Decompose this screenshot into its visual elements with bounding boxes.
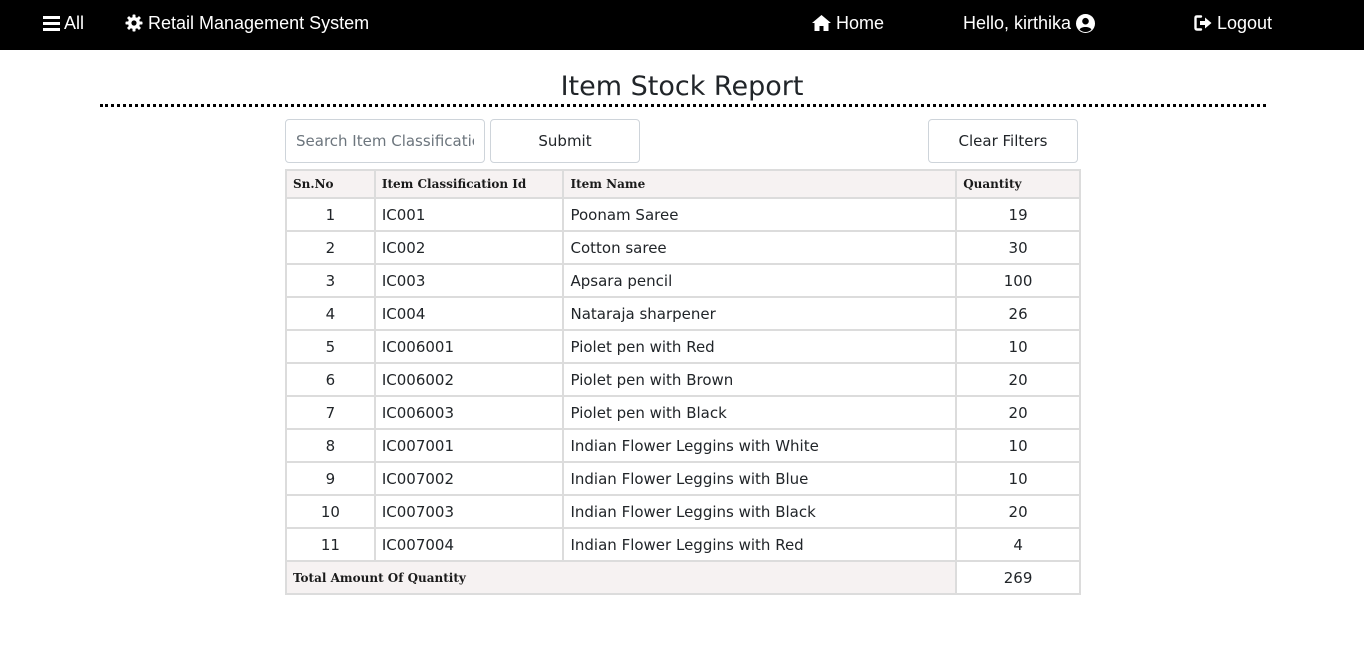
top-navbar: All Retail Management System Home Hello,… — [0, 0, 1364, 50]
cell-quantity: 100 — [955, 263, 1081, 298]
submit-button[interactable]: Submit — [490, 119, 640, 163]
cell-sn: 6 — [285, 362, 376, 397]
cell-classification-id: IC007004 — [373, 527, 565, 562]
logout-button[interactable]: Logout — [1194, 0, 1272, 46]
table-header-row: Sn.No Item Classification Id Item Name Q… — [285, 169, 1081, 199]
cell-item-name: Indian Flower Leggins with Red — [562, 527, 958, 562]
cell-quantity: 10 — [955, 428, 1081, 463]
cell-classification-id: IC004 — [373, 296, 565, 331]
search-input[interactable] — [285, 119, 485, 163]
table-row: 6 IC006002 Piolet pen with Brown 20 — [285, 362, 1081, 397]
table-row: 2 IC002 Cotton saree 30 — [285, 230, 1081, 265]
table-row: 5 IC006001 Piolet pen with Red 10 — [285, 329, 1081, 364]
cell-item-name: Piolet pen with Red — [562, 329, 958, 364]
cell-item-name: Piolet pen with Brown — [562, 362, 958, 397]
total-label: Total Amount Of Quantity — [284, 560, 958, 595]
cell-quantity: 4 — [955, 527, 1081, 562]
table-row: 10 IC007003 Indian Flower Leggins with B… — [285, 494, 1081, 529]
cell-sn: 11 — [285, 527, 376, 562]
home-label: Home — [836, 12, 885, 33]
cell-classification-id: IC002 — [373, 230, 565, 265]
cell-classification-id: IC003 — [373, 263, 565, 298]
column-header-sn: Sn.No — [285, 169, 376, 199]
cell-item-name: Apsara pencil — [562, 263, 958, 298]
cell-sn: 5 — [285, 329, 376, 364]
table-row: 3 IC003 Apsara pencil 100 — [285, 263, 1081, 298]
column-header-item-name: Item Name — [562, 169, 958, 199]
cell-sn: 4 — [285, 296, 376, 331]
hamburger-icon — [43, 15, 64, 31]
table-row: 1 IC001 Poonam Saree 19 — [285, 197, 1081, 232]
cell-quantity: 30 — [955, 230, 1081, 265]
table-row: 7 IC006003 Piolet pen with Black 20 — [285, 395, 1081, 430]
cell-quantity: 19 — [955, 197, 1081, 232]
total-value: 269 — [955, 560, 1081, 595]
cell-classification-id: IC006001 — [373, 329, 565, 364]
cell-classification-id: IC006003 — [373, 395, 565, 430]
logout-icon — [1194, 15, 1217, 31]
cell-sn: 10 — [285, 494, 376, 529]
page-title: Item Stock Report — [560, 71, 804, 102]
cell-sn: 1 — [285, 197, 376, 232]
home-icon — [812, 15, 836, 31]
cell-sn: 2 — [285, 230, 376, 265]
cell-item-name: Piolet pen with Black — [562, 395, 958, 430]
cell-classification-id: IC001 — [373, 197, 565, 232]
cell-classification-id: IC007002 — [373, 461, 565, 496]
column-header-classification-id: Item Classification Id — [373, 169, 565, 199]
cell-classification-id: IC007003 — [373, 494, 565, 529]
brand-link[interactable]: Retail Management System — [125, 0, 369, 46]
user-menu[interactable]: Hello, kirthika — [963, 0, 1096, 46]
home-link[interactable]: Home — [812, 0, 884, 46]
cell-sn: 8 — [285, 428, 376, 463]
table-row: 11 IC007004 Indian Flower Leggins with R… — [285, 527, 1081, 562]
cell-quantity: 10 — [955, 461, 1081, 496]
gear-icon — [125, 14, 148, 32]
cell-sn: 7 — [285, 395, 376, 430]
clear-filters-button[interactable]: Clear Filters — [928, 119, 1078, 163]
table-row: 8 IC007001 Indian Flower Leggins with Wh… — [285, 428, 1081, 463]
logout-label: Logout — [1217, 12, 1273, 33]
cell-classification-id: IC007001 — [373, 428, 565, 463]
cell-quantity: 20 — [955, 362, 1081, 397]
cell-quantity: 26 — [955, 296, 1081, 331]
all-menu-button[interactable]: All — [43, 0, 84, 46]
user-circle-icon — [1071, 13, 1096, 33]
cell-sn: 9 — [285, 461, 376, 496]
cell-item-name: Poonam Saree — [562, 197, 958, 232]
cell-item-name: Indian Flower Leggins with Blue — [562, 461, 958, 496]
cell-item-name: Indian Flower Leggins with White — [562, 428, 958, 463]
table-row: 4 IC004 Nataraja sharpener 26 — [285, 296, 1081, 331]
cell-quantity: 20 — [955, 395, 1081, 430]
cell-classification-id: IC006002 — [373, 362, 565, 397]
stock-report-table: Sn.No Item Classification Id Item Name Q… — [284, 169, 1081, 595]
greeting-label: Hello, kirthika — [963, 12, 1072, 33]
total-row: Total Amount Of Quantity 269 — [284, 560, 1081, 595]
column-header-quantity: Quantity — [955, 169, 1081, 199]
table-row: 9 IC007002 Indian Flower Leggins with Bl… — [285, 461, 1081, 496]
cell-quantity: 20 — [955, 494, 1081, 529]
brand-label: Retail Management System — [148, 12, 370, 33]
cell-item-name: Indian Flower Leggins with Black — [562, 494, 958, 529]
all-menu-label: All — [64, 12, 85, 33]
cell-item-name: Nataraja sharpener — [562, 296, 958, 331]
cell-sn: 3 — [285, 263, 376, 298]
cell-item-name: Cotton saree — [562, 230, 958, 265]
title-divider — [100, 104, 1266, 107]
cell-quantity: 10 — [955, 329, 1081, 364]
